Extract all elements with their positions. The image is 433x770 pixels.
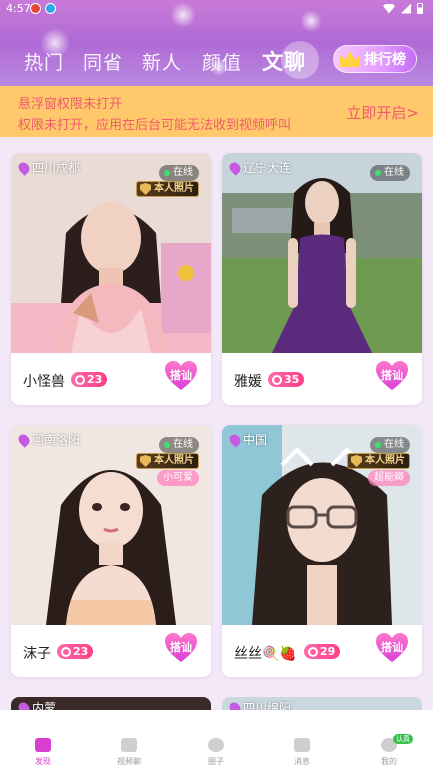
- female-icon: [75, 374, 85, 385]
- location-text: 河南洛阳: [32, 433, 81, 447]
- chat-up-label: 搭讪: [170, 369, 192, 382]
- status-bar: 4:57: [0, 0, 433, 18]
- user-card[interactable]: 辽宁大连 在线 雅媛 35 搭讪: [222, 153, 422, 405]
- notice-title: 悬浮窗权限未打开: [18, 97, 123, 112]
- level-value: 23: [87, 373, 103, 386]
- chat-up-button[interactable]: 搭讪: [165, 633, 197, 665]
- level-value: 23: [73, 645, 89, 658]
- app-notification-icon: [45, 3, 56, 14]
- user-feed[interactable]: 四川成都 在线 本人照片 小怪兽 23 搭讪 辽宁大连 在线 雅媛 35 搭讪: [0, 137, 433, 710]
- female-icon: [61, 646, 71, 657]
- shield-icon: [140, 183, 151, 195]
- video-icon[interactable]: [121, 738, 137, 752]
- user-card[interactable]: 四川绵阳: [222, 697, 422, 710]
- chat-up-button[interactable]: 搭讪: [165, 361, 197, 393]
- status-time: 4:57: [6, 2, 31, 15]
- circle-icon[interactable]: [208, 738, 224, 752]
- nav-circle[interactable]: 圈子: [186, 756, 246, 767]
- online-status-badge: 在线: [370, 437, 410, 453]
- home-icon[interactable]: [35, 738, 51, 752]
- nav-discover[interactable]: 发现: [13, 756, 73, 767]
- notice-description: 权限未打开，应用在后台可能无法收到视频呼叫: [18, 118, 292, 133]
- location-label: 四川成都: [16, 159, 81, 176]
- permission-notice[interactable]: 悬浮窗权限未打开 权限未打开，应用在后台可能无法收到视频呼叫 立即开启>: [0, 86, 433, 137]
- user-name: 雅媛: [234, 374, 262, 390]
- level-badge: 35: [268, 372, 305, 387]
- wifi-icon: [383, 3, 395, 14]
- user-name: 沫子: [23, 646, 51, 662]
- user-card[interactable]: 中国 在线 本人照片 超能卿 丝丝🍭🍓 29 搭讪: [222, 425, 422, 677]
- level-value: 35: [284, 373, 300, 386]
- crown-icon: [340, 51, 360, 67]
- female-icon: [308, 646, 318, 657]
- user-card[interactable]: 河南洛阳 在线 本人照片 小可爱 沫子 23 搭讪: [11, 425, 211, 677]
- nav-video-chat[interactable]: 视频聊: [99, 756, 159, 767]
- message-icon[interactable]: [294, 738, 310, 752]
- chat-up-button[interactable]: 搭讪: [376, 633, 408, 665]
- level-badge: 23: [71, 372, 108, 387]
- tab-newcomer[interactable]: 新人: [142, 48, 182, 75]
- bottom-navigation: 发现 视频聊 圈子 消息 我的 认真: [0, 710, 433, 770]
- location-text: 四川成都: [32, 161, 81, 175]
- verified-label: 本人照片: [365, 455, 405, 466]
- level-badge: 23: [57, 644, 94, 659]
- location-label: 河南洛阳: [16, 431, 81, 448]
- nav-messages[interactable]: 消息: [272, 756, 332, 767]
- signal-icon: [401, 3, 411, 14]
- female-icon: [272, 374, 282, 385]
- verified-label: 本人照片: [154, 183, 194, 194]
- location-label: 中国: [227, 431, 268, 448]
- leaderboard-button[interactable]: 排行榜: [333, 45, 417, 73]
- user-name: 丝丝🍭🍓: [234, 646, 297, 662]
- location-text: 辽宁大连: [243, 161, 292, 175]
- location-pin-icon: [16, 159, 32, 176]
- location-text: 内蒙: [32, 701, 57, 710]
- user-name: 小怪兽: [23, 374, 65, 390]
- user-tag: 超能卿: [368, 470, 410, 486]
- header: 4:57 热门 同省 新人 颜值 文聊: [0, 0, 433, 86]
- location-pin-icon: [227, 431, 243, 448]
- level-value: 29: [320, 645, 336, 658]
- location-label: 四川绵阳: [227, 699, 292, 710]
- online-status-badge: 在线: [370, 165, 410, 181]
- location-pin-icon: [16, 699, 32, 710]
- location-label: 辽宁大连: [227, 159, 292, 176]
- user-card[interactable]: 四川成都 在线 本人照片 小怪兽 23 搭讪: [11, 153, 211, 405]
- location-pin-icon: [227, 699, 243, 710]
- user-tag: 小可爱: [157, 470, 199, 486]
- verified-photo-badge: 本人照片: [347, 453, 410, 469]
- level-badge: 29: [304, 644, 341, 659]
- verified-photo-badge: 本人照片: [136, 181, 199, 197]
- location-pin-icon: [16, 431, 32, 448]
- location-pin-icon: [227, 159, 243, 176]
- battery-icon: [417, 3, 423, 14]
- location-text: 四川绵阳: [243, 701, 292, 710]
- verified-photo-badge: 本人照片: [136, 453, 199, 469]
- tab-text-chat[interactable]: 文聊: [262, 46, 306, 76]
- verified-label: 本人照片: [154, 455, 194, 466]
- chat-up-button[interactable]: 搭讪: [376, 361, 408, 393]
- tab-same-province[interactable]: 同省: [83, 48, 123, 75]
- online-status-badge: 在线: [159, 437, 199, 453]
- leaderboard-label: 排行榜: [364, 52, 406, 68]
- tab-hot[interactable]: 热门: [24, 48, 64, 75]
- enable-now-link[interactable]: 立即开启>: [346, 102, 419, 123]
- user-card[interactable]: 内蒙: [11, 697, 211, 710]
- location-label: 内蒙: [16, 699, 57, 710]
- location-text: 中国: [243, 433, 268, 447]
- nav-profile[interactable]: 我的: [359, 756, 419, 767]
- online-status-badge: 在线: [159, 165, 199, 181]
- chat-up-label: 搭讪: [381, 369, 403, 382]
- shield-icon: [140, 455, 151, 467]
- chat-up-label: 搭讪: [381, 641, 403, 654]
- tab-looks[interactable]: 颜值: [202, 48, 242, 75]
- profile-badge: 认真: [393, 734, 413, 744]
- user-photo[interactable]: [222, 153, 422, 353]
- shield-icon: [351, 455, 362, 467]
- chat-up-label: 搭讪: [170, 641, 192, 654]
- app-notification-icon: [30, 3, 41, 14]
